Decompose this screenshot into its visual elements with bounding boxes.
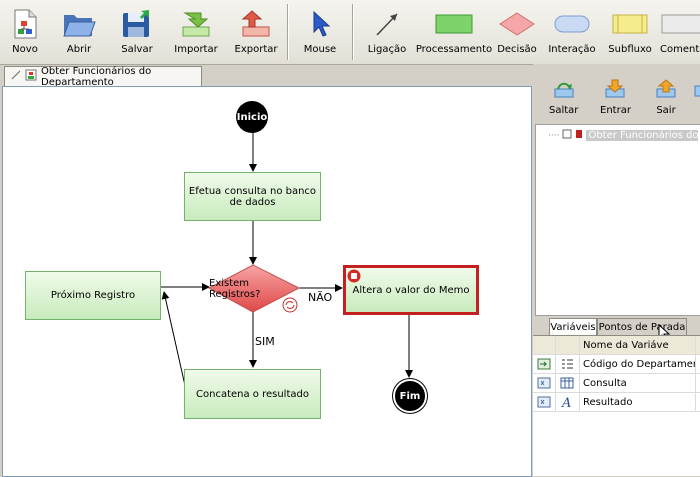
flow-node-icon xyxy=(562,129,572,142)
save-label: Salvar xyxy=(121,44,153,55)
tree-item[interactable]: ···· Obter Funcionários do D xyxy=(548,129,698,142)
open-label: Abrir xyxy=(66,44,92,55)
document-tabstrip: Obter Funcionários do Departamento xyxy=(0,65,532,88)
mouse-button[interactable]: Mouse xyxy=(298,0,342,64)
mouse-label: Mouse xyxy=(303,44,337,55)
local-variable-icon xyxy=(533,393,556,411)
svg-text:A: A xyxy=(561,396,571,409)
flow-doc-icon xyxy=(25,69,37,84)
end-node[interactable]: Fim xyxy=(393,379,427,413)
process-label: Processamento xyxy=(415,44,493,55)
table-row[interactable]: A Resultado xyxy=(533,393,700,412)
panel-extra-icon xyxy=(693,78,700,100)
step-into-button[interactable]: Entrar xyxy=(600,78,631,116)
subflow-shape-icon xyxy=(610,8,650,40)
folder-open-icon xyxy=(62,8,96,40)
variable-name: Consulta xyxy=(580,374,696,392)
no-edge-label: NÃO xyxy=(308,291,333,304)
list-type-icon xyxy=(555,355,580,373)
step-out-label: Sair xyxy=(656,105,676,116)
breakpoint-hand-icon xyxy=(347,269,361,286)
start-node[interactable]: Inicio xyxy=(236,101,268,133)
interaction-label: Interação xyxy=(548,44,596,55)
toolbar-separator xyxy=(352,4,354,60)
tree-item-label: Obter Funcionários do D xyxy=(586,130,698,141)
table-type-icon xyxy=(555,374,580,392)
flow-canvas[interactable]: Inicio Efetua consulta no banco de dados… xyxy=(2,86,532,477)
close-x-icon[interactable] xyxy=(11,70,21,83)
process-memo-node-selected[interactable]: Altera o valor do Memo xyxy=(343,265,479,315)
variable-name: Resultado xyxy=(580,393,696,411)
process-query-node[interactable]: Efetua consulta no banco de dados xyxy=(184,172,321,221)
import-button[interactable]: Importar xyxy=(170,0,222,64)
mouse-pointer-icon xyxy=(303,8,337,40)
connection-line-icon xyxy=(370,8,404,40)
variables-table: Nome da Variáve Código do Departamento C… xyxy=(533,335,700,476)
export-button[interactable]: Exportar xyxy=(230,0,282,64)
debug-panel: Saltar Entrar Sair ···· Obter Funcionári… xyxy=(533,64,700,476)
tab-variables[interactable]: Variáveis xyxy=(549,318,597,336)
process-shape-icon xyxy=(434,8,474,40)
connection-button[interactable]: Ligação xyxy=(362,0,412,64)
text-type-icon: A xyxy=(555,393,580,411)
variables-tabstrip: Variáveis Pontos de Parada xyxy=(533,316,700,342)
table-row[interactable]: Consulta xyxy=(533,374,700,393)
tree-connector-icon: ···· xyxy=(548,130,560,141)
yes-edge-label: SIM xyxy=(255,335,275,348)
step-into-label: Entrar xyxy=(600,105,631,116)
process-concat-node[interactable]: Concatena o resultado xyxy=(184,369,321,419)
comment-button[interactable]: Comentá xyxy=(660,0,700,64)
table-row[interactable]: Código do Departamento xyxy=(533,355,700,374)
step-over-button[interactable]: Saltar xyxy=(549,78,578,116)
input-variable-icon xyxy=(533,355,556,373)
comment-shape-icon xyxy=(660,8,700,40)
export-icon xyxy=(239,8,273,40)
toolbar-separator xyxy=(287,4,289,60)
new-button[interactable]: Novo xyxy=(2,0,48,64)
import-icon xyxy=(179,8,213,40)
step-over-label: Saltar xyxy=(549,105,579,116)
save-disk-icon xyxy=(120,8,154,40)
step-out-button[interactable]: Sair xyxy=(655,78,677,116)
variable-name: Código do Departamento xyxy=(580,355,696,373)
column-header-name[interactable]: Nome da Variáve xyxy=(580,336,696,354)
new-document-icon xyxy=(8,8,42,40)
process-button[interactable]: Processamento xyxy=(416,0,492,64)
new-label: Novo xyxy=(12,44,38,55)
breakpoint-icon xyxy=(575,129,583,142)
export-label: Exportar xyxy=(234,44,278,55)
table-header: Nome da Variáve xyxy=(533,336,700,355)
local-variable-icon xyxy=(533,374,556,392)
step-into-icon xyxy=(604,78,626,100)
decision-shape-icon xyxy=(497,8,537,40)
open-button[interactable]: Abrir xyxy=(56,0,102,64)
tab-label: Obter Funcionários do Departamento xyxy=(41,65,152,88)
main-toolbar: Novo Abrir Salvar Importar Exportar Mous… xyxy=(0,0,700,65)
interaction-button[interactable]: Interação xyxy=(548,0,596,64)
subflow-label: Subfluxo xyxy=(608,44,652,55)
process-next-record-node[interactable]: Próximo Registro xyxy=(25,271,161,320)
interaction-shape-icon xyxy=(552,8,592,40)
save-button[interactable]: Salvar xyxy=(114,0,160,64)
call-stack-tree[interactable]: ···· Obter Funcionários do D xyxy=(535,124,700,316)
comment-label: Comentá xyxy=(660,44,700,55)
loop-indicator-icon xyxy=(282,297,298,316)
decision-label: Decisão xyxy=(497,44,537,55)
tab-obter-funcionarios[interactable]: Obter Funcionários do Departamento xyxy=(4,65,202,88)
connection-label: Ligação xyxy=(367,44,407,55)
subflow-button[interactable]: Subfluxo xyxy=(606,0,654,64)
step-over-icon xyxy=(553,78,575,100)
step-out-icon xyxy=(655,78,677,100)
import-label: Importar xyxy=(174,44,218,55)
decision-button[interactable]: Decisão xyxy=(494,0,540,64)
tab-breakpoints[interactable]: Pontos de Parada xyxy=(597,318,687,336)
